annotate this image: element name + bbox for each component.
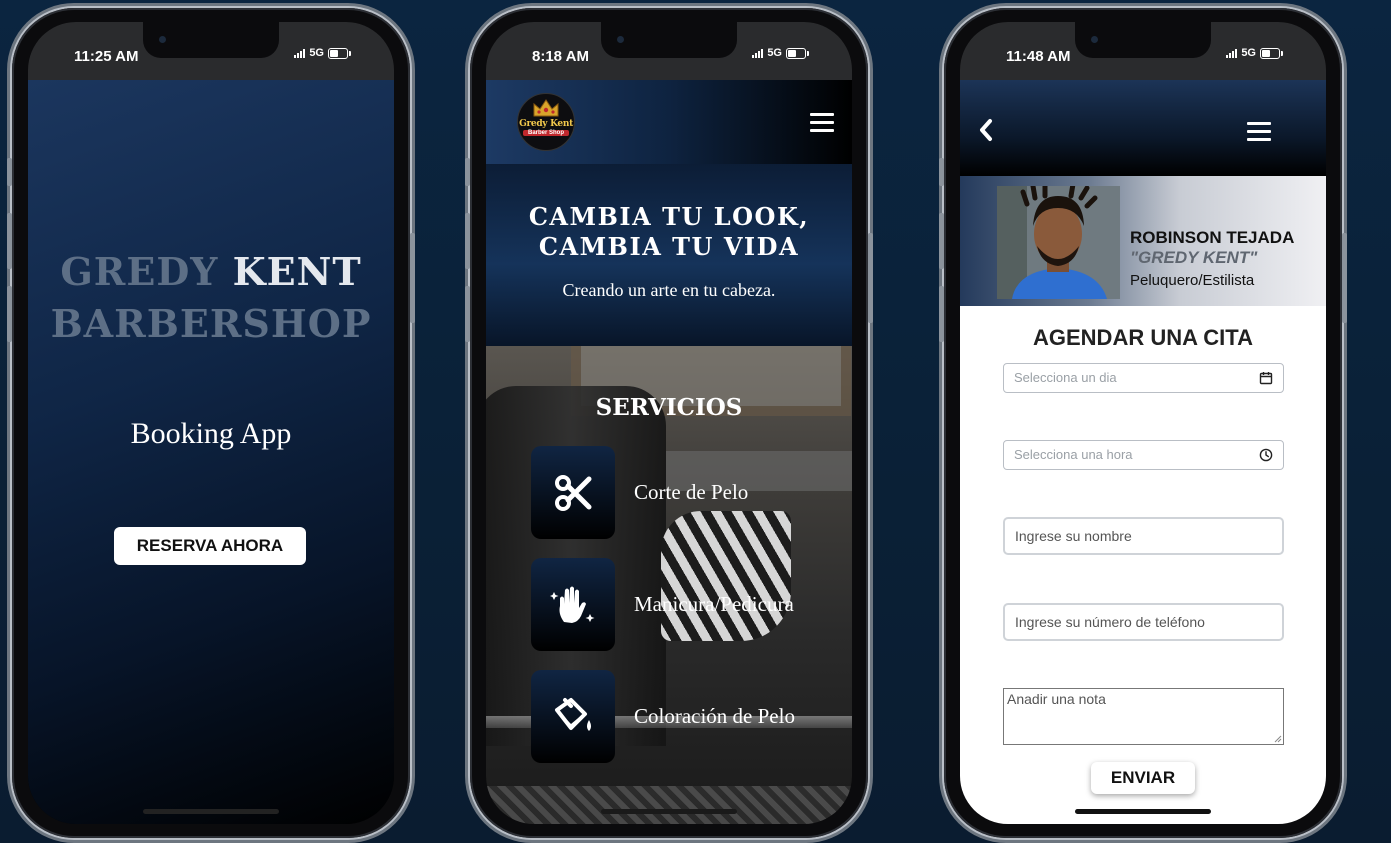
status-indicators: 5G [294,47,351,59]
name-input[interactable]: Ingrese su nombre [1003,517,1284,555]
camera-icon [1091,36,1098,43]
brand-word: GREDY [60,249,219,294]
menu-icon[interactable] [1247,122,1271,142]
barber-avatar-illustration [997,186,1120,299]
side-button [939,286,944,342]
phone-mockup-splash: 11:25 AM 5G GREDY KENT BARBERSHOP Bookin… [7,8,415,838]
home-indicator[interactable] [1075,809,1211,814]
notch [601,22,737,58]
phone-input[interactable]: Ingrese su número de teléfono [1003,603,1284,641]
signal-icon [1226,48,1238,58]
towel [661,511,791,641]
hero-banner: CAMBIA TU LOOK, CAMBIA TU VIDA Creando u… [486,164,852,346]
service-icon-tile [531,558,615,651]
services-section: SERVICIOS Corte de Pelo Manicura/Pedicur… [486,346,852,824]
network-label: 5G [309,47,324,59]
service-label: Coloración de Pelo [634,704,795,728]
phone-mockup-booking: 11:48 AM 5G ROBINSON TEJADA "GREDY KENT"… [939,8,1347,838]
note-textarea[interactable]: Anadir una nota [1003,688,1284,745]
side-button [465,286,470,342]
brand-word: BARBERSHOP [50,301,372,346]
signal-icon [294,48,306,58]
status-time: 11:25 AM [74,48,139,65]
status-indicators: 5G [1226,47,1283,59]
status-time: 11:48 AM [1006,48,1071,65]
side-button [7,286,12,342]
network-label: 5G [1241,47,1256,59]
calendar-icon[interactable] [1259,371,1273,385]
app-header: Gredy Kent Barber Shop [486,80,852,164]
paint-bucket-icon [555,697,591,731]
screen: 8:18 AM 5G Gredy Kent Barber Shop CAMBIA… [486,22,852,824]
app-header [960,80,1326,176]
battery-icon [328,47,351,59]
barber-name: ROBINSON TEJADA [1130,228,1295,247]
service-label: Corte de Pelo [634,480,749,504]
notch [143,22,279,58]
form-title: AGENDAR UNA CITA [1033,325,1253,350]
side-button [7,158,12,186]
scissors-icon [555,474,592,511]
camera-icon [159,36,166,43]
date-placeholder: Selecciona un dia [1014,370,1117,385]
notch [1075,22,1211,58]
screen: 11:48 AM 5G ROBINSON TEJADA "GREDY KENT"… [960,22,1326,824]
side-button [939,213,944,269]
time-input[interactable]: Selecciona una hora [1003,440,1284,470]
service-icon-tile [531,446,615,539]
home-indicator[interactable] [601,809,737,814]
service-icon-tile [531,670,615,763]
hero-title: CAMBIA TU LOOK, CAMBIA TU VIDA [486,202,852,262]
back-chevron-icon[interactable] [978,118,994,142]
battery-icon [786,47,809,59]
barber-alias: "GREDY KENT" [1130,248,1258,267]
barber-profile-card: ROBINSON TEJADA "GREDY KENT" Peluquero/E… [960,176,1326,306]
sparkle-hand-icon [550,586,595,623]
time-placeholder: Selecciona una hora [1014,447,1133,462]
side-button [1342,233,1347,323]
camera-icon [617,36,624,43]
side-button [410,233,415,323]
services-title: SERVICIOS [595,394,743,421]
logo-subtext: Barber Shop [523,130,569,136]
brand-logo[interactable]: Gredy Kent Barber Shop [517,93,575,151]
status-time: 8:18 AM [532,48,589,65]
reserve-now-button[interactable]: RESERVA AHORA [114,527,306,565]
hero-title-line: CAMBIA TU VIDA [538,232,800,261]
side-button [465,158,470,186]
logo-text: Gredy Kent [519,119,573,129]
barber-role: Peluquero/Estilista [1130,272,1255,289]
crown-icon [533,99,559,117]
tile-floor [486,786,852,824]
name-placeholder: Ingrese su nombre [1015,528,1132,544]
clock-icon[interactable] [1259,448,1273,462]
home-indicator[interactable] [143,809,279,814]
side-button [868,233,873,323]
barber-photo [997,186,1120,299]
screen: 11:25 AM 5G GREDY KENT BARBERSHOP Bookin… [28,22,394,824]
signal-icon [752,48,764,58]
network-label: 5G [767,47,782,59]
side-button [465,213,470,269]
phone-mockup-home: 8:18 AM 5G Gredy Kent Barber Shop CAMBIA… [465,8,873,838]
side-button [939,158,944,186]
service-label: Manicura/Pedicura [634,592,794,616]
date-input[interactable]: Selecciona un dia [1003,363,1284,393]
hero-title-line: CAMBIA TU LOOK, [528,202,810,231]
hero-subtitle: Creando un arte en tu cabeza. [562,280,776,300]
resize-handle-icon[interactable] [1274,735,1282,743]
phone-placeholder: Ingrese su número de teléfono [1015,614,1205,630]
splash-background [28,80,394,824]
brand-title: GREDY KENT BARBERSHOP [28,246,394,350]
side-button [7,213,12,269]
battery-icon [1260,47,1283,59]
menu-icon[interactable] [810,113,834,133]
submit-button[interactable]: ENVIAR [1091,762,1195,794]
booking-form: AGENDAR UNA CITA Selecciona un dia Selec… [960,306,1326,824]
status-indicators: 5G [752,47,809,59]
brand-word: KENT [232,249,362,294]
app-subtitle: Booking App [130,417,292,450]
note-placeholder: Anadir una nota [1007,691,1106,707]
